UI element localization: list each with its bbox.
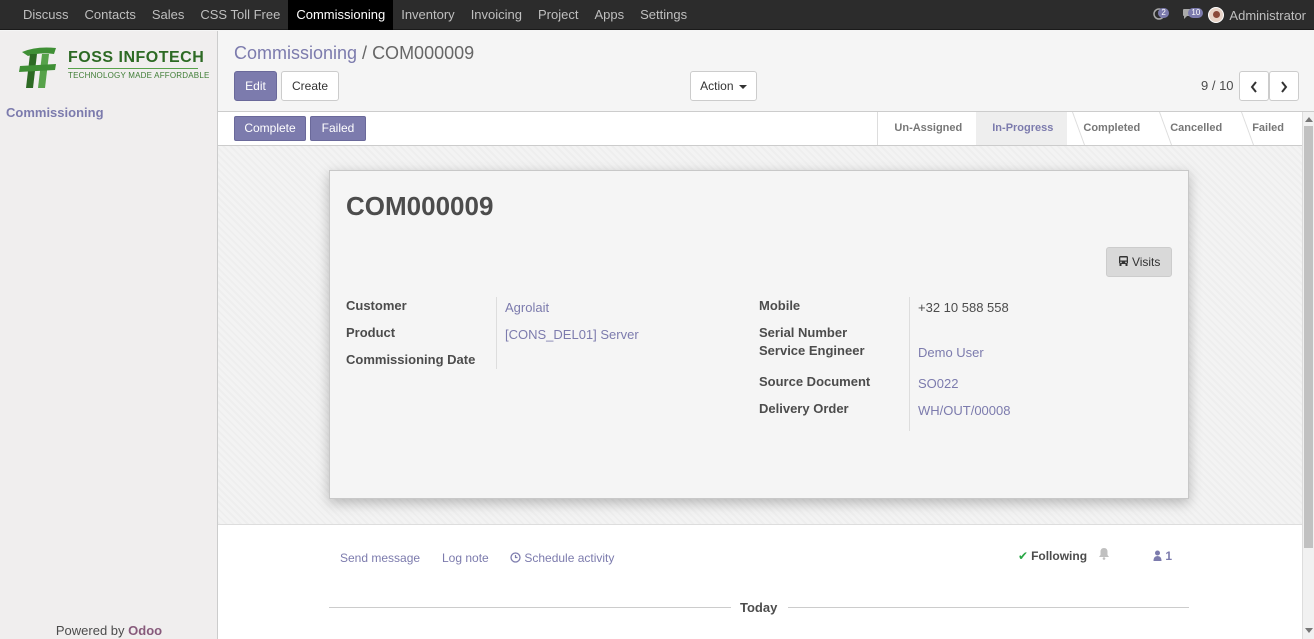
bell-icon[interactable]: [1098, 547, 1110, 563]
schedule-activity-label: Schedule activity: [524, 551, 615, 565]
foss-infotech-logo-icon: [19, 47, 56, 88]
main-menu: Discuss Contacts Sales CSS Toll Free Com…: [15, 0, 695, 30]
delivery-order-label: Delivery Order: [759, 401, 849, 416]
breadcrumb: Commissioning / COM000009: [234, 43, 474, 64]
user-icon: [1153, 549, 1165, 563]
stage-completed[interactable]: Completed: [1067, 112, 1154, 145]
source-document-label: Source Document: [759, 374, 871, 389]
create-button[interactable]: Create: [281, 71, 339, 101]
chevron-left-icon: [1250, 79, 1258, 93]
visits-button[interactable]: Visits: [1106, 247, 1172, 277]
menu-item-css-toll-free[interactable]: CSS Toll Free: [192, 0, 288, 30]
delivery-order-field[interactable]: WH/OUT/00008: [918, 403, 1010, 418]
visits-label: Visits: [1131, 255, 1161, 269]
menu-item-sales[interactable]: Sales: [144, 0, 193, 30]
scroll-up-arrow-icon[interactable]: [1305, 117, 1313, 122]
company-logo: FOSS INFOTECH TECHNOLOGY MADE AFFORDABLE: [16, 44, 209, 90]
stage-failed[interactable]: Failed: [1236, 112, 1302, 145]
customer-field[interactable]: Agrolait: [505, 300, 549, 315]
top-navbar: Discuss Contacts Sales CSS Toll Free Com…: [0, 0, 1314, 30]
schedule-activity-button[interactable]: Schedule activity: [510, 551, 614, 565]
left-group-divider: [496, 297, 497, 369]
product-label: Product: [346, 325, 396, 340]
menu-item-settings[interactable]: Settings: [632, 0, 695, 30]
messages-button[interactable]: 10: [1174, 0, 1204, 30]
menu-item-apps[interactable]: Apps: [586, 0, 632, 30]
menu-item-contacts[interactable]: Contacts: [77, 0, 144, 30]
scroll-down-arrow-icon[interactable]: [1305, 628, 1313, 633]
service-engineer-field[interactable]: Demo User: [918, 345, 984, 360]
today-divider-right: [788, 607, 1189, 608]
commissioning-date-label: Commissioning Date: [346, 352, 476, 367]
stage-cancelled[interactable]: Cancelled: [1154, 112, 1236, 145]
service-engineer-label: Service Engineer: [759, 343, 865, 358]
vertical-scrollbar[interactable]: [1302, 112, 1314, 639]
record-title: COM000009: [346, 191, 494, 221]
today-separator: Today: [740, 600, 778, 615]
pager-previous-button[interactable]: [1239, 71, 1269, 101]
powered-by-prefix: Powered by: [55, 623, 129, 638]
clock-icon: [510, 551, 524, 565]
chatter: Send message Log note Schedule activity …: [218, 525, 1302, 639]
messages-count-badge: 10: [1188, 8, 1204, 18]
activity-count-badge: 2: [1158, 8, 1169, 18]
logo-divider: [68, 68, 198, 69]
right-group-divider: [909, 297, 910, 431]
activity-button[interactable]: 2: [1144, 0, 1174, 30]
today-divider-left: [329, 607, 731, 608]
following-button[interactable]: ✔ Following: [1018, 549, 1087, 563]
form-sheet: COM000009 Visits Customer Agrolait Produ…: [329, 170, 1189, 499]
sidebar-item-commissioning[interactable]: Commissioning: [6, 105, 104, 120]
check-icon: ✔: [1018, 549, 1029, 563]
odoo-link[interactable]: Odoo: [128, 623, 162, 638]
breadcrumb-current: COM000009: [372, 43, 475, 63]
breadcrumb-parent[interactable]: Commissioning: [234, 43, 357, 63]
pager-value[interactable]: 9 / 10: [1201, 78, 1234, 93]
following-label: Following: [1031, 549, 1088, 563]
customer-label: Customer: [346, 298, 407, 313]
edit-button[interactable]: Edit: [234, 71, 277, 101]
stage-un-assigned[interactable]: Un-Assigned: [878, 112, 976, 145]
breadcrumb-separator: /: [357, 43, 373, 63]
menu-item-inventory[interactable]: Inventory: [393, 0, 462, 30]
logo-tagline: TECHNOLOGY MADE AFFORDABLE: [68, 71, 210, 80]
logo-name: FOSS INFOTECH: [68, 49, 205, 66]
powered-by: Powered by Odoo: [0, 623, 218, 638]
serial-number-label: Serial Number: [759, 325, 848, 340]
mobile-field: +32 10 588 558: [918, 300, 1009, 315]
menu-item-commissioning[interactable]: Commissioning: [288, 0, 394, 30]
control-panel: Commissioning / COM000009 Edit Create Ac…: [218, 31, 1314, 112]
bus-icon: [1118, 255, 1132, 269]
log-note-button[interactable]: Log note: [442, 551, 489, 565]
source-document-field[interactable]: SO022: [918, 376, 958, 391]
user-menu[interactable]: Administrator: [1229, 8, 1306, 23]
chevron-right-icon: [1280, 79, 1288, 93]
stage-in-progress[interactable]: In-Progress: [976, 112, 1068, 145]
menu-item-discuss[interactable]: Discuss: [15, 0, 77, 30]
user-avatar[interactable]: [1208, 7, 1225, 23]
stage-pipeline: Un-Assigned In-Progress Completed Cancel…: [877, 112, 1302, 145]
pager-next-button[interactable]: [1269, 71, 1299, 101]
failed-button[interactable]: Failed: [310, 116, 366, 141]
complete-button[interactable]: Complete: [234, 116, 306, 141]
menu-item-invoicing[interactable]: Invoicing: [463, 0, 530, 30]
send-message-button[interactable]: Send message: [340, 551, 420, 565]
form-statusbar: Complete Failed Un-Assigned In-Progress …: [218, 112, 1302, 146]
followers-button[interactable]: 1: [1153, 549, 1172, 563]
mobile-label: Mobile: [759, 298, 801, 313]
action-label: Action: [700, 79, 734, 93]
scrollbar-thumb[interactable]: [1304, 126, 1313, 548]
action-dropdown[interactable]: Action: [690, 71, 757, 101]
product-field[interactable]: [CONS_DEL01] Server: [505, 327, 639, 342]
menu-item-project[interactable]: Project: [530, 0, 586, 30]
app-sidebar: FOSS INFOTECH TECHNOLOGY MADE AFFORDABLE…: [0, 31, 218, 639]
followers-count: 1: [1165, 549, 1173, 563]
caret-down-icon: [738, 84, 747, 89]
systray: 2 10 Administrator: [1144, 0, 1306, 30]
